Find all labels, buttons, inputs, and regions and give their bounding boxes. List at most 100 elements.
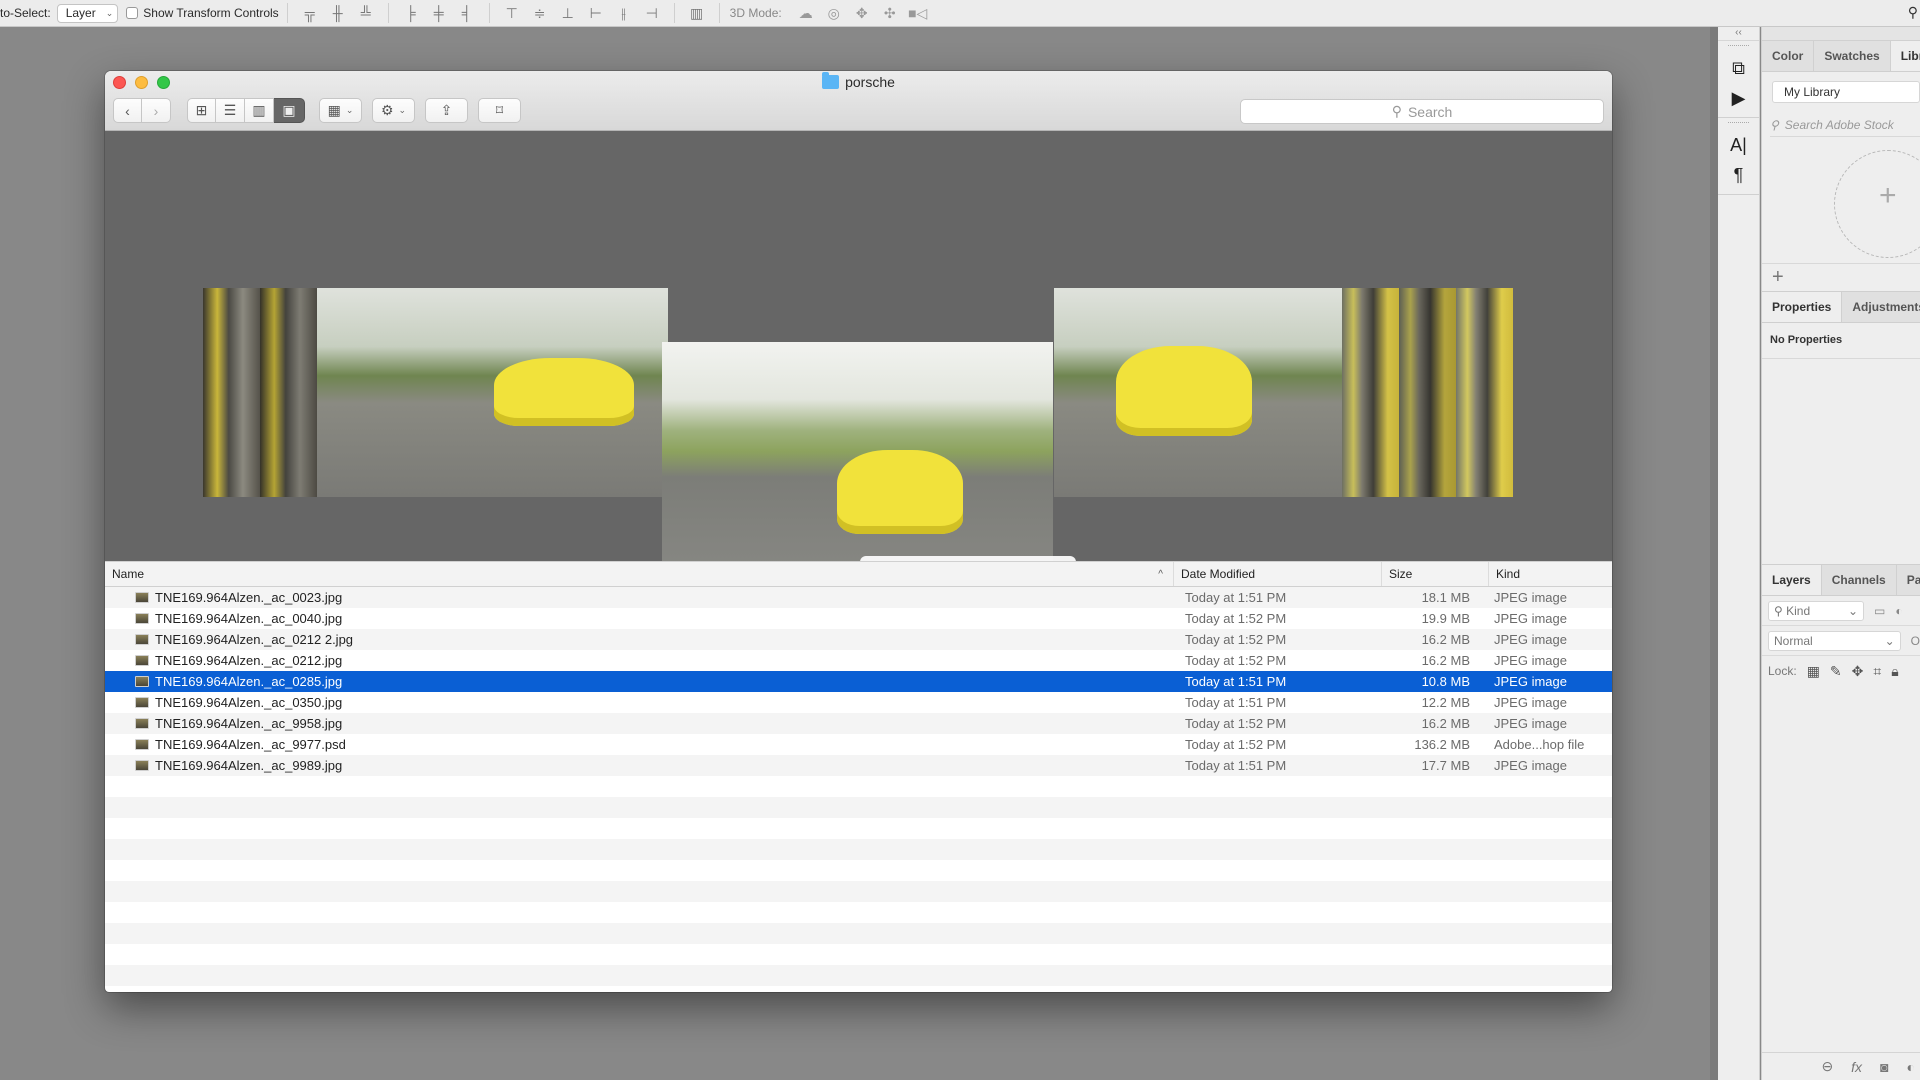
cover-thumbnail[interactable] [317, 288, 374, 497]
distribute-top-icon[interactable]: ⊤ [498, 5, 526, 22]
tab-libraries[interactable]: Libr [1890, 41, 1920, 71]
link-layers-icon[interactable]: ⊖ [1821, 1058, 1833, 1075]
share-button[interactable]: ⇪ [425, 98, 468, 123]
back-button[interactable]: ‹ [113, 98, 142, 123]
file-row[interactable]: TNE169.964Alzen._ac_0023.jpg Today at 1:5… [105, 587, 1612, 608]
file-row[interactable]: TNE169.964Alzen._ac_0212 2.jpg Today at 1… [105, 629, 1612, 650]
orbit-3d-icon[interactable]: ☁ [792, 5, 820, 22]
align-bottom-edges-icon[interactable]: ╩ [352, 5, 380, 21]
drag-grip[interactable] [1728, 45, 1749, 51]
search-icon[interactable]: ⚲ [1908, 4, 1918, 21]
mask-icon[interactable]: ◙ [1880, 1059, 1888, 1075]
arrange-button[interactable]: ▦ ⌄ [319, 98, 362, 123]
file-row[interactable]: TNE169.964Alzen._ac_9989.jpg Today at 1:5… [105, 755, 1612, 776]
file-date-modified: Today at 1:51 PM [1185, 674, 1287, 689]
column-header-date-modified[interactable]: Date Modified [1174, 562, 1382, 586]
empty-row [105, 776, 1612, 797]
layer-filter-kind-select[interactable]: ⚲ Kind ⌄ [1768, 600, 1864, 621]
tab-layers[interactable]: Layers [1762, 565, 1822, 595]
list-view-button[interactable]: ☰ [216, 98, 245, 123]
cover-thumbnail[interactable] [1456, 288, 1513, 497]
column-header-kind[interactable]: Kind [1489, 562, 1612, 586]
tab-paths[interactable]: Path [1897, 565, 1920, 595]
photoshop-options-bar: to-Select: Layer ⌄ Show Transform Contro… [0, 0, 1920, 27]
image-file-icon [135, 655, 149, 666]
roll-3d-icon[interactable]: ◎ [820, 5, 848, 22]
file-row[interactable]: TNE169.964Alzen._ac_9977.psd Today at 1:5… [105, 734, 1612, 755]
column-view-button[interactable]: ▥ [245, 98, 274, 123]
lock-all-icon[interactable]: 🔒︎ [1891, 663, 1898, 680]
collapse-panels-button[interactable]: ‹‹ [1718, 27, 1759, 41]
tags-button[interactable]: ⌑ [478, 98, 521, 123]
file-kind: JPEG image [1494, 653, 1567, 668]
opacity-label: O [1910, 633, 1920, 648]
auto-align-layers-icon[interactable]: ▥ [683, 5, 711, 22]
lock-artboard-icon[interactable]: ⌗ [1873, 663, 1881, 680]
forward-button[interactable]: › [142, 98, 171, 123]
cover-thumbnail[interactable] [260, 288, 317, 497]
distribute-left-icon[interactable]: ⊢ [582, 5, 610, 22]
blend-mode-row: Normal ⌄ O [1762, 626, 1920, 656]
distribute-right-icon[interactable]: ⊣ [638, 5, 666, 22]
auto-select-dropdown[interactable]: Layer ⌄ [56, 3, 119, 23]
adjustment-layer-filter-icon[interactable]: ◐ [1895, 604, 1902, 618]
library-add-button[interactable]: + [1762, 264, 1920, 292]
cover-thumbnail[interactable] [1054, 288, 1342, 497]
cover-thumbnail[interactable] [203, 288, 260, 497]
drag-grip[interactable] [1728, 122, 1749, 128]
pan-3d-icon[interactable]: ✥ [848, 5, 876, 22]
library-add-content-button[interactable]: + [1834, 150, 1920, 258]
scale-3d-camera-icon[interactable]: ■◁ [904, 5, 932, 22]
distribute-horizontal-centers-icon[interactable]: ⫲ [610, 5, 638, 22]
chevron-down-icon: ⌄ [105, 7, 114, 18]
search-input[interactable]: ⚲ Search [1240, 99, 1604, 124]
align-top-edges-icon[interactable]: ╦ [296, 5, 324, 21]
adjustment-layer-icon[interactable]: ◐ [1907, 1059, 1915, 1075]
column-header-name[interactable]: Name ^ [105, 562, 1174, 586]
pixel-layer-filter-icon[interactable]: ▭ [1874, 604, 1885, 618]
tab-color[interactable]: Color [1762, 41, 1815, 71]
tab-adjustments[interactable]: Adjustments [1842, 292, 1920, 322]
file-size: 18.1 MB [1421, 590, 1470, 605]
fx-icon[interactable]: fx [1851, 1059, 1862, 1075]
distribute-vertical-centers-icon[interactable]: ≑ [526, 5, 554, 22]
cover-flow-view-button[interactable]: ▣ [274, 98, 305, 123]
file-row[interactable]: TNE169.964Alzen._ac_9958.jpg Today at 1:5… [105, 713, 1612, 734]
cover-flow-area[interactable]: TNE169.964Alzen._ac_0285.jpg [105, 131, 1612, 602]
file-row[interactable]: TNE169.964Alzen._ac_0040.jpg Today at 1:5… [105, 608, 1612, 629]
adobe-stock-search-input[interactable]: ⚲ Search Adobe Stock [1770, 113, 1920, 137]
file-row-selected[interactable]: TNE169.964Alzen._ac_0285.jpg Today at 1:5… [105, 671, 1612, 692]
align-right-edges-icon[interactable]: ╡ [453, 5, 481, 21]
blend-mode-select[interactable]: Normal ⌄ [1768, 630, 1901, 651]
lock-position-icon[interactable]: ✥ [1852, 663, 1864, 680]
actions-play-icon[interactable]: ▶ [1718, 83, 1759, 113]
file-row[interactable]: TNE169.964Alzen._ac_0350.jpg Today at 1:5… [105, 692, 1612, 713]
lock-image-pixels-icon[interactable]: ✎ [1830, 663, 1842, 680]
action-button[interactable]: ⚙ ⌄ [372, 98, 415, 123]
cover-thumbnail[interactable] [374, 288, 668, 497]
character-icon[interactable]: A| [1718, 130, 1759, 160]
cover-thumbnail[interactable] [1342, 288, 1399, 497]
paragraph-icon[interactable]: ¶ [1718, 160, 1759, 190]
library-select[interactable]: My Library [1772, 81, 1920, 103]
divider [673, 3, 675, 23]
slide-3d-icon[interactable]: ✣ [876, 5, 904, 22]
cover-thumbnail[interactable] [1399, 288, 1456, 497]
tab-properties[interactable]: Properties [1762, 292, 1843, 322]
tab-channels[interactable]: Channels [1822, 565, 1897, 595]
align-horizontal-centers-icon[interactable]: ╪ [425, 5, 453, 21]
tab-swatches[interactable]: Swatches [1814, 41, 1891, 71]
column-name-label: Name [112, 567, 145, 581]
file-row[interactable]: TNE169.964Alzen._ac_0212.jpg Today at 1:5… [105, 650, 1612, 671]
lock-transparent-pixels-icon[interactable]: ▦ [1807, 663, 1820, 680]
align-left-edges-icon[interactable]: ╞ [397, 5, 425, 21]
column-header-size[interactable]: Size [1382, 562, 1489, 586]
column-date-label: Date Modified [1181, 567, 1256, 581]
show-transform-controls-checkbox[interactable] [126, 7, 139, 19]
chevron-down-icon: ⌄ [398, 105, 407, 115]
icon-view-button[interactable]: ⊞ [187, 98, 216, 123]
history-icon[interactable]: ⧉ [1718, 53, 1759, 83]
align-vertical-centers-icon[interactable]: ╫ [324, 5, 352, 21]
file-date-modified: Today at 1:52 PM [1185, 632, 1287, 647]
distribute-bottom-icon[interactable]: ⊥ [554, 5, 582, 22]
